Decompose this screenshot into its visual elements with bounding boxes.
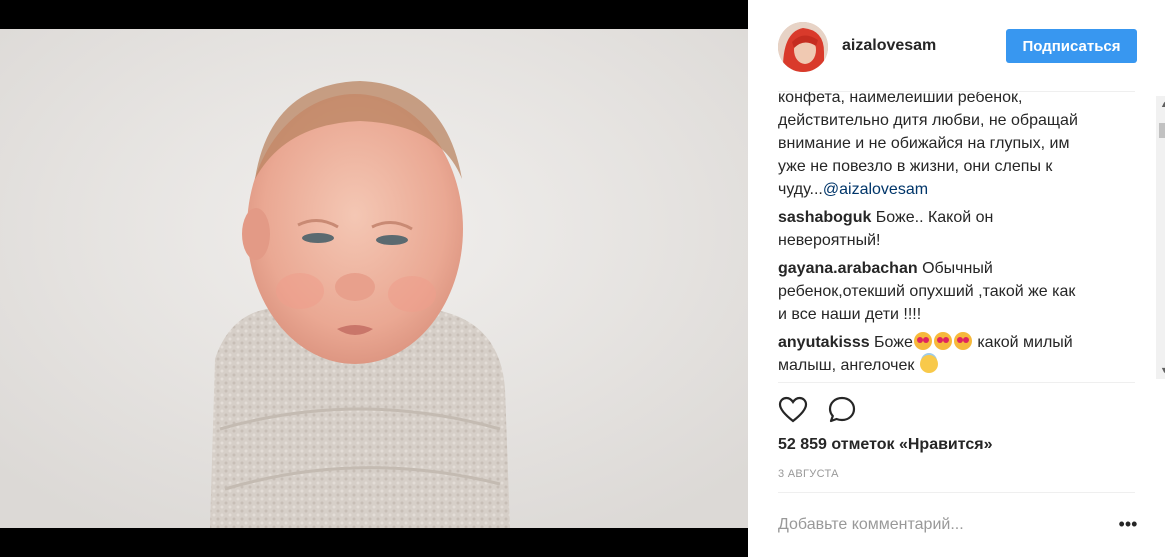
speech-bubble-icon[interactable] [828,396,858,424]
list-item: anyutakisss Боже какой милый малыш, анге… [778,331,1138,377]
post-photo[interactable] [0,29,748,528]
comment-text: Обычный [917,260,993,277]
comments-divider [778,382,1135,383]
comments-scrollbar[interactable]: ▲ ▼ [1156,96,1165,379]
likes-count[interactable]: 52 859 отметок «Нравится» [778,436,993,454]
caption-line: действительно дитя любви, не обращай [778,112,1078,129]
scroll-down-arrow-icon[interactable]: ▼ [1156,362,1165,379]
post-side-panel: aizalovesam Подписаться конфета, наимеле… [748,0,1165,557]
scroll-up-arrow-icon[interactable]: ▲ [1156,96,1165,113]
avatar[interactable] [778,22,828,72]
instagram-post-modal: aizalovesam Подписаться конфета, наимеле… [0,0,1165,557]
angel-emoji-icon [919,355,938,373]
heart-outline-icon[interactable] [778,396,808,424]
footer-divider [778,492,1135,493]
comment-username[interactable]: sashaboguk [778,209,871,226]
scroll-thumb[interactable] [1159,123,1165,138]
comment-text: невероятный! [778,232,881,249]
caption-line: конфета, наимелеишии ребенок, [778,92,1023,106]
heart-eyes-emoji-icon [913,332,932,350]
heart-eyes-emoji-icon [953,332,972,350]
username[interactable]: aizalovesam [842,37,936,55]
follow-button[interactable]: Подписаться [1006,29,1137,63]
comment-username[interactable]: gayana.arabachan [778,260,918,277]
post-date[interactable]: 3 АВГУСТА [778,468,839,480]
caption-line: внимание и не обижайся на глупых, им [778,135,1070,152]
list-item: gayana.arabachan Обычный ребенок,отекший… [778,257,1138,326]
caption-line-last: чуду...@aizalovesam [778,178,1138,201]
heart-eyes-emoji-icon [933,332,952,350]
comment-text: и все наши дети !!!! [778,306,922,323]
comments-list[interactable]: конфета, наимелеишии ребенок, действител… [778,92,1138,382]
comment-text: Боже.. Какой он [871,209,994,226]
caption: конфета, наимелеишии ребенок, действител… [778,92,1138,201]
add-comment-input[interactable]: Добавьте комментарий... [778,516,1098,534]
comment-username[interactable]: anyutakisss [778,334,870,351]
caption-line: уже не повезло в жизни, они слепы к [778,158,1053,175]
comment-text: малыш, ангелочек [778,357,915,374]
media-area [0,0,748,557]
comment-text: Боже [869,334,913,351]
caption-mention[interactable]: @aizalovesam [823,181,928,198]
avatar-image [778,22,828,72]
caption-line: чуду... [778,181,823,198]
more-options-icon[interactable]: ••• [1118,515,1138,536]
post-header: aizalovesam Подписаться [748,0,1165,92]
comment-text: ребенок,отекший опухший ,такой же как [778,283,1076,300]
comment-text: какой милый [972,334,1073,351]
list-item: sashaboguk Боже.. Какой он невероятный! [778,206,1138,252]
baby-photo-illustration [0,29,748,528]
